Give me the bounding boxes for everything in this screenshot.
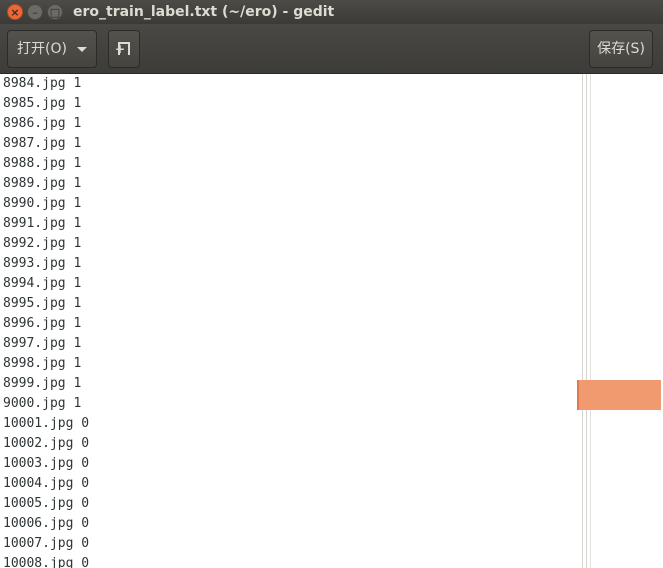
text-line[interactable]: 10004.jpg 0: [0, 474, 580, 494]
text-line[interactable]: 8999.jpg 1: [0, 374, 580, 394]
text-line[interactable]: 10005.jpg 0: [0, 494, 580, 514]
text-editor[interactable]: 8984.jpg 1 8985.jpg 1 8986.jpg 1 8987.jpg 1…: [0, 74, 580, 568]
text-line[interactable]: 10002.jpg 0: [0, 434, 580, 454]
minimap-text-line: [586, 74, 587, 568]
open-button-label: 打开(O): [17, 41, 67, 57]
close-window-button[interactable]: ×: [7, 4, 23, 20]
text-line[interactable]: 10006.jpg 0: [0, 514, 580, 534]
text-line[interactable]: 10008.jpg 0: [0, 554, 580, 568]
minimap-text-line: [590, 74, 591, 568]
title-bar: × – □ ero_train_label.txt (~/ero) - gedi…: [0, 0, 663, 24]
text-line[interactable]: 9000.jpg 1: [0, 394, 580, 414]
window-title: ero_train_label.txt (~/ero) - gedit: [73, 4, 335, 20]
text-line[interactable]: 8992.jpg 1: [0, 234, 580, 254]
text-line[interactable]: 10007.jpg 0: [0, 534, 580, 554]
minimap-viewport-indicator[interactable]: [577, 380, 661, 410]
maximize-window-button[interactable]: □: [47, 4, 63, 20]
text-line[interactable]: 8987.jpg 1: [0, 134, 580, 154]
text-line[interactable]: 8986.jpg 1: [0, 114, 580, 134]
text-line[interactable]: 8994.jpg 1: [0, 274, 580, 294]
document-minimap[interactable]: [577, 74, 663, 568]
text-line[interactable]: 8988.jpg 1: [0, 154, 580, 174]
open-button[interactable]: 打开(O): [7, 30, 97, 68]
minimap-text-line: [582, 74, 583, 568]
maximize-icon: □: [49, 6, 61, 19]
text-line[interactable]: 8996.jpg 1: [0, 314, 580, 334]
text-line[interactable]: 8995.jpg 1: [0, 294, 580, 314]
chevron-down-icon: [77, 47, 87, 52]
minimize-icon: –: [32, 6, 38, 19]
save-button-label: 保存(S): [597, 41, 645, 57]
text-line[interactable]: 8990.jpg 1: [0, 194, 580, 214]
text-line[interactable]: 10003.jpg 0: [0, 454, 580, 474]
minimap-viewport-edge: [577, 380, 579, 410]
text-line[interactable]: 8998.jpg 1: [0, 354, 580, 374]
new-document-button[interactable]: +: [108, 30, 140, 68]
header-bar: 打开(O) + 保存(S): [0, 24, 663, 74]
text-line[interactable]: 8993.jpg 1: [0, 254, 580, 274]
text-line[interactable]: 8989.jpg 1: [0, 174, 580, 194]
text-line[interactable]: 8997.jpg 1: [0, 334, 580, 354]
minimize-window-button[interactable]: –: [27, 4, 43, 20]
plus-icon: +: [115, 42, 126, 56]
save-button[interactable]: 保存(S): [589, 30, 653, 68]
text-line[interactable]: 8984.jpg 1: [0, 74, 580, 94]
close-icon: ×: [10, 6, 20, 19]
text-line[interactable]: 8985.jpg 1: [0, 94, 580, 114]
text-line[interactable]: 8991.jpg 1: [0, 214, 580, 234]
text-line[interactable]: 10001.jpg 0: [0, 414, 580, 434]
